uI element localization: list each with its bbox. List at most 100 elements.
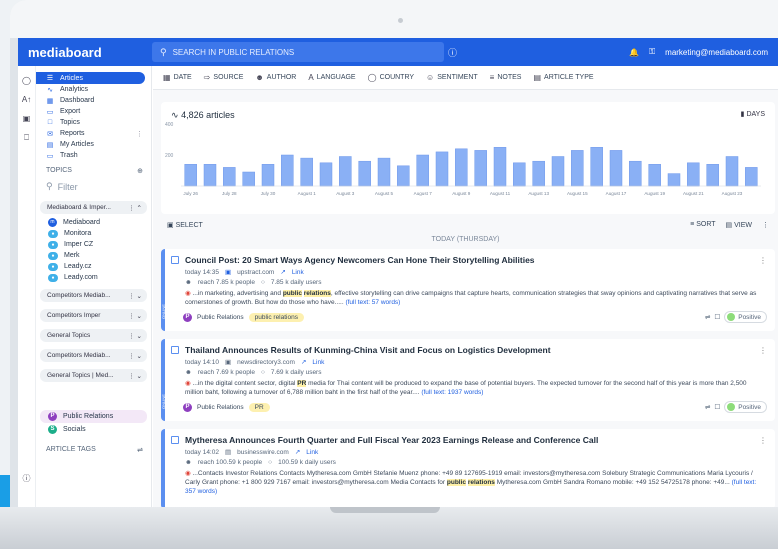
article-source[interactable]: upstract.com xyxy=(237,269,274,276)
sidebar-item-my-articles[interactable]: ▤ My Articles xyxy=(36,139,151,150)
keyword-pill[interactable]: PR xyxy=(248,402,270,412)
chart-bar[interactable] xyxy=(745,167,758,187)
topic-group[interactable]: Competitors Mediab... ⋮ ⌄ xyxy=(40,349,147,362)
chart-bar[interactable] xyxy=(203,164,217,187)
chart-bar[interactable] xyxy=(184,164,197,187)
source-item[interactable]: ● Imper CZ xyxy=(36,239,151,250)
translate-icon[interactable]: A↑ xyxy=(18,95,35,104)
topic-group[interactable]: General Topics | Med... ⋮ ⌄ xyxy=(40,369,147,382)
filter-date[interactable]: ▦ DATE xyxy=(163,73,192,82)
article-title[interactable]: Thailand Announces Results of Kunming-Ch… xyxy=(185,345,551,355)
inbox-icon[interactable]: ⎕ xyxy=(18,133,35,143)
chart-bar[interactable] xyxy=(609,150,623,187)
link-icon[interactable]: ↗ xyxy=(280,268,285,276)
search-input[interactable]: ⚲ SEARCH IN PUBLIC RELATIONS xyxy=(152,42,444,62)
source-item[interactable]: ● Leady.cz xyxy=(36,261,151,272)
article-link[interactable]: Link xyxy=(306,449,318,456)
chart-bar[interactable] xyxy=(725,156,739,187)
link-icon[interactable]: ↗ xyxy=(295,448,300,456)
chart-bar[interactable] xyxy=(532,160,545,187)
chart-bar[interactable] xyxy=(281,154,294,187)
more-icon[interactable]: ⋮ xyxy=(759,346,767,355)
sentiment-chip[interactable]: Positive xyxy=(724,311,767,323)
chart-bar[interactable] xyxy=(358,160,371,187)
chart-bar[interactable] xyxy=(300,157,313,187)
topic-group[interactable]: General Topics ⋮ ⌄ xyxy=(40,329,147,342)
filter-source[interactable]: ⇨ SOURCE xyxy=(204,73,244,82)
chart-bar[interactable] xyxy=(339,156,352,187)
tag-socials[interactable]: S Socials xyxy=(40,423,147,436)
more-icon[interactable]: ⋮ xyxy=(759,256,767,265)
topic-group[interactable]: Competitors Imper ⋮ ⌄ xyxy=(40,309,147,322)
article-source[interactable]: newsdirectory3.com xyxy=(237,359,295,366)
view-button[interactable]: ▤ VIEW xyxy=(726,221,752,229)
globe-icon[interactable]: ◯ xyxy=(18,76,35,85)
chevron-down-icon[interactable]: ⋮ ⌄ xyxy=(128,292,142,300)
translate-icon[interactable]: ⇌ xyxy=(705,403,710,411)
sidebar-item-export[interactable]: ▭ Export xyxy=(36,106,151,117)
more-icon[interactable]: ⋮ xyxy=(759,436,767,445)
chart-bar[interactable] xyxy=(629,160,642,187)
article-checkbox[interactable] xyxy=(171,256,179,264)
sidebar-item-trash[interactable]: ▭ Trash xyxy=(36,150,151,161)
chart-bar[interactable] xyxy=(513,162,526,187)
filter-country[interactable]: ◯ COUNTRY xyxy=(368,73,414,82)
chart-bar[interactable] xyxy=(571,150,584,187)
full-text-link[interactable]: (full text: 1937 words) xyxy=(421,389,483,396)
brand-logo[interactable]: mediaboard xyxy=(18,45,146,60)
comment-icon[interactable]: ☐ xyxy=(714,403,720,411)
source-item[interactable]: ● Leady.com xyxy=(36,272,151,283)
filter-author[interactable]: ☻ AUTHOR xyxy=(255,73,296,82)
topics-filter-input[interactable]: ⚲ Filter xyxy=(36,175,151,198)
select-all[interactable]: ▣ SELECT xyxy=(167,221,203,229)
article-link[interactable]: Link xyxy=(312,359,324,366)
sidebar-item-analytics[interactable]: ∿ Analytics xyxy=(36,84,151,95)
window-icon[interactable]: ▣ xyxy=(18,114,35,123)
article-checkbox[interactable] xyxy=(171,436,179,444)
chart-bar[interactable] xyxy=(416,154,429,187)
source-item[interactable]: ● Monitora xyxy=(36,228,151,239)
article-title[interactable]: Council Post: 20 Smart Ways Agency Newco… xyxy=(185,255,535,265)
chart-bar[interactable] xyxy=(377,157,391,187)
topic-group[interactable]: Mediaboard & Imper... ⋮ ⌃ xyxy=(40,201,147,214)
chart-bar[interactable] xyxy=(551,156,565,187)
filter-notes[interactable]: ≡ NOTES xyxy=(490,73,522,82)
article-link[interactable]: Link xyxy=(292,269,304,276)
source-item[interactable]: ● Merk xyxy=(36,250,151,261)
help-circle-icon[interactable]: ⓘ xyxy=(18,473,35,484)
article-title[interactable]: Mytheresa Announces Fourth Quarter and F… xyxy=(185,435,598,445)
article-card[interactable]: Mytheresa Announces Fourth Quarter and F… xyxy=(161,429,775,507)
add-icon[interactable]: ⊕ xyxy=(137,167,143,175)
source-item[interactable]: m Mediaboard xyxy=(36,217,151,228)
chart-bar[interactable] xyxy=(474,150,487,187)
sidebar-item-articles[interactable]: ☰ Articles xyxy=(36,72,145,84)
article-tag[interactable]: Public Relations xyxy=(197,314,244,321)
chevron-down-icon[interactable]: ⋮ ⌄ xyxy=(128,372,142,380)
chart-bar[interactable] xyxy=(706,164,719,187)
chart-bar[interactable] xyxy=(493,147,507,187)
comment-icon[interactable]: ☐ xyxy=(714,313,720,321)
chevron-down-icon[interactable]: ⋮ ⌄ xyxy=(128,312,142,320)
chart-bar[interactable] xyxy=(435,151,449,187)
chart-bar[interactable] xyxy=(455,148,468,187)
sidebar-item-reports[interactable]: ✉ Reports ⋮ xyxy=(36,128,151,139)
keyword-pill[interactable]: public relations xyxy=(248,312,304,322)
article-card[interactable]: Thailand Announces Results of Kunming-Ch… xyxy=(161,339,775,421)
sidebar-item-topics[interactable]: □ Topics xyxy=(36,117,151,128)
chart-bar[interactable] xyxy=(223,167,236,187)
chart-bar[interactable] xyxy=(319,162,333,187)
chart-bar[interactable] xyxy=(687,162,700,187)
article-tag[interactable]: Public Relations xyxy=(197,404,244,411)
more-icon[interactable]: ⋮ xyxy=(136,130,151,138)
sync-icon[interactable]: ⇌ xyxy=(137,446,143,454)
chart-bar[interactable] xyxy=(397,165,410,187)
bell-icon[interactable]: 🔔 xyxy=(629,48,639,57)
chart-bar[interactable] xyxy=(667,173,681,187)
chevron-up-icon[interactable]: ⋮ ⌃ xyxy=(128,204,142,212)
tag-public-relations[interactable]: P Public Relations xyxy=(40,410,147,423)
link-icon[interactable]: ↗ xyxy=(301,358,306,366)
chevron-down-icon[interactable]: ⋮ ⌄ xyxy=(128,352,142,360)
chart-bar[interactable] xyxy=(242,171,255,187)
chart-bar[interactable] xyxy=(648,164,661,187)
chart-bar[interactable] xyxy=(590,147,603,187)
